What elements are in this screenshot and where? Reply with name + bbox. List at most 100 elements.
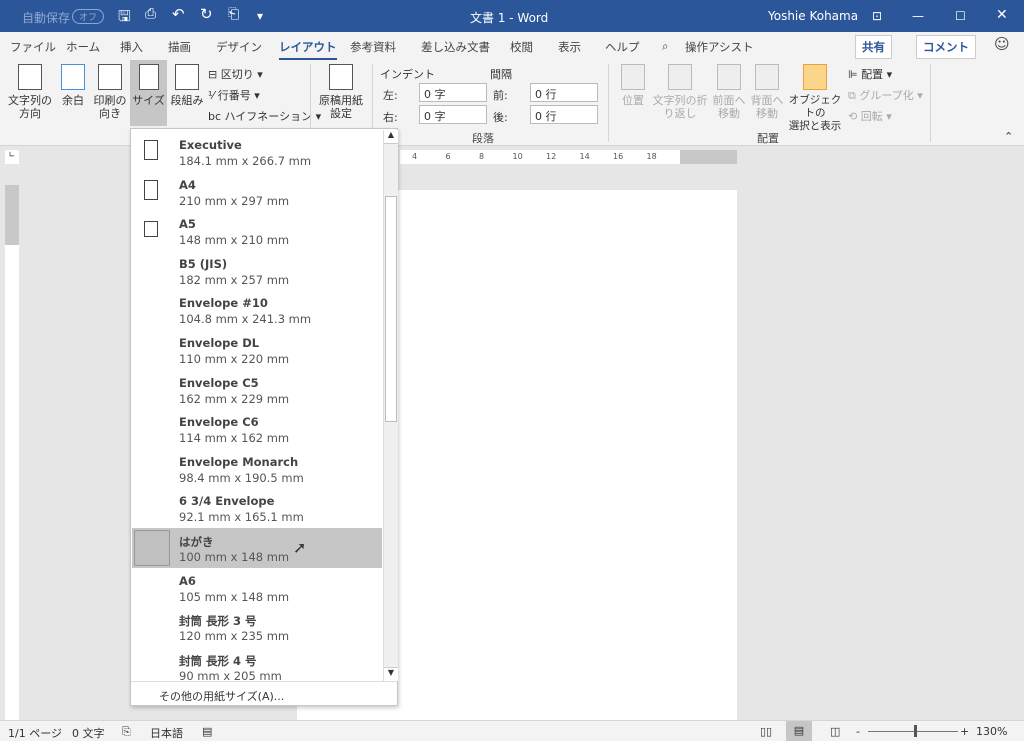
tab-view[interactable]: 表示 [558, 39, 581, 55]
paper-size-item[interactable]: 6 3/4 Envelope 92.1 mm x 165.1 mm [132, 488, 382, 528]
ruler-tick-label: 18 [646, 152, 657, 161]
bring-forward-label: 前面へ 移動 [712, 94, 746, 120]
paper-size-menu: ▲ ▼ Executive 184.1 mm x 266.7 mm A4 210 mm… [130, 128, 398, 706]
tab-references[interactable]: 参考資料 [350, 39, 396, 55]
bring-forward-button[interactable]: 前面へ 移動 [710, 64, 748, 120]
paper-size-item[interactable]: 封筒 長形 3 号 120 mm x 235 mm [132, 607, 382, 647]
paper-size-item[interactable]: A6 105 mm x 148 mm [132, 568, 382, 608]
position-label: 位置 [622, 94, 644, 107]
columns-button[interactable]: 段組み [170, 64, 204, 107]
customize-qat-icon[interactable]: ▾ [257, 9, 263, 23]
tab-design[interactable]: デザイン [216, 39, 262, 55]
genko-button[interactable]: 原稿用紙 設定 [316, 64, 366, 120]
line-numbers-button[interactable]: ⅟ 行番号 ▾ [208, 87, 260, 103]
user-name[interactable]: Yoshie Kohama [768, 9, 858, 23]
tab-insert[interactable]: 挿入 [120, 39, 143, 55]
collapse-ribbon-icon[interactable]: ⌃ [1004, 130, 1013, 143]
paper-size-item[interactable]: Envelope C5 162 mm x 229 mm [132, 370, 382, 410]
read-mode-icon[interactable]: ▯▯ [760, 725, 772, 738]
close-button[interactable]: ✕ [996, 7, 1008, 23]
print-preview-icon[interactable]: ⎙ [145, 6, 156, 22]
indent-label: インデント [380, 68, 435, 81]
indent-left-input[interactable]: 0 字 [419, 83, 487, 102]
tab-draw[interactable]: 描画 [168, 39, 191, 55]
align-button[interactable]: ⊫ 配置 ▾ [848, 66, 892, 82]
paper-size-item[interactable]: はがき 100 mm x 148 mm [132, 528, 382, 568]
tell-me-input[interactable]: 操作アシスト [685, 39, 754, 55]
spacing-before-input[interactable]: 0 行 [530, 83, 598, 102]
breaks-label: 区切り [220, 68, 254, 81]
print-layout-icon[interactable]: ▤ [786, 721, 812, 741]
web-layout-icon[interactable]: ◫ [830, 725, 840, 738]
menu-scrollbar[interactable]: ▲ ▼ [383, 130, 398, 681]
save-icon[interactable]: 🖫 [118, 6, 131, 31]
zoom-slider[interactable] [868, 731, 958, 732]
tab-review[interactable]: 校閲 [510, 39, 533, 55]
selection-pane-button[interactable]: オブジェクトの 選択と表示 [786, 64, 844, 133]
tab-layout[interactable]: レイアウト [279, 39, 337, 60]
ruler-tick-label: 10 [512, 152, 523, 161]
more-paper-sizes[interactable]: その他の用紙サイズ(A)... [131, 681, 397, 705]
hyphenation-label: ハイフネーション [224, 110, 313, 123]
paper-size-item[interactable]: Executive 184.1 mm x 266.7 mm [132, 132, 382, 172]
paper-size-item[interactable]: Envelope DL 110 mm x 220 mm [132, 330, 382, 370]
wrap-text-button[interactable]: 文字列の折 り返し [652, 64, 708, 120]
page-count[interactable]: 1/1 ページ [8, 725, 62, 741]
size-button[interactable]: サイズ [130, 60, 167, 126]
tab-selector[interactable]: ∟ [5, 150, 19, 164]
zoom-level[interactable]: 130% [976, 725, 1007, 738]
comment-button[interactable]: コメント [916, 35, 976, 59]
tab-file[interactable]: ファイル [10, 39, 56, 55]
tab-help[interactable]: ヘルプ [605, 39, 640, 55]
language[interactable]: 日本語 [150, 725, 183, 741]
paper-size-item[interactable]: A4 210 mm x 297 mm [132, 172, 382, 212]
window-title: 文書 1 - Word [470, 11, 549, 25]
paper-size-dimensions: 184.1 mm x 266.7 mm [179, 154, 312, 168]
zoom-in-button[interactable]: + [960, 725, 969, 738]
position-button[interactable]: 位置 [618, 64, 648, 107]
search-icon: ⌕ [662, 39, 669, 53]
ribbon-display-icon[interactable]: ⊡ [872, 9, 882, 23]
paper-size-name: 封筒 長形 4 号 [179, 653, 257, 668]
macro-icon[interactable]: ▤ [202, 725, 212, 738]
spacing-after-label: 後: [493, 111, 508, 124]
paper-size-name: A4 [179, 177, 196, 192]
orientation-button[interactable]: 印刷の 向き [92, 64, 128, 120]
paper-size-item[interactable]: Envelope Monarch 98.4 mm x 190.5 mm [132, 449, 382, 489]
spacing-after-input[interactable]: 0 行 [530, 105, 598, 124]
group-button[interactable]: ⧉ グループ化 ▾ [848, 87, 923, 103]
scroll-thumb[interactable] [385, 196, 397, 422]
maximize-button[interactable]: ☐ [955, 9, 966, 23]
zoom-slider-thumb[interactable] [914, 725, 917, 737]
redo-icon[interactable]: ↻ [200, 5, 213, 23]
hyphenation-button[interactable]: bc ハイフネーション ▾ [208, 108, 321, 124]
paper-size-item[interactable]: A5 148 mm x 210 mm [132, 211, 382, 251]
undo-icon[interactable]: ↶ [172, 5, 185, 23]
tab-mailings[interactable]: 差し込み文書 [421, 39, 490, 55]
proofing-icon[interactable]: ⎘ [122, 725, 131, 739]
text-direction-button[interactable]: 文字列の 方向 [6, 64, 54, 120]
paper-size-name: Envelope C5 [179, 375, 259, 390]
rotate-button[interactable]: ⟲ 回転 ▾ [848, 108, 892, 124]
format-painter-icon[interactable]: ⎗ [228, 6, 239, 22]
zoom-out-button[interactable]: - [856, 725, 860, 738]
word-count[interactable]: 0 文字 [72, 725, 105, 741]
vertical-ruler[interactable] [5, 185, 19, 720]
breaks-button[interactable]: ⊟ 区切り ▾ [208, 66, 263, 82]
scroll-up-icon[interactable]: ▲ [384, 130, 398, 144]
share-button[interactable]: 共有 [855, 35, 892, 59]
tab-home[interactable]: ホーム [66, 39, 100, 55]
size-label: サイズ [132, 94, 165, 107]
indent-right-input[interactable]: 0 字 [419, 105, 487, 124]
smiley-feedback-icon[interactable]: ☺ [994, 35, 1010, 53]
margins-button[interactable]: 余白 [58, 64, 88, 107]
status-bar: 1/1 ページ 0 文字 ⎘ 日本語 ▤ ▯▯ ▤ ◫ - + 130% [0, 720, 1024, 741]
scroll-down-icon[interactable]: ▼ [384, 667, 398, 681]
autosave-toggle[interactable]: オフ [72, 9, 105, 24]
minimize-button[interactable]: — [912, 9, 924, 23]
paper-size-item[interactable]: Envelope #10 104.8 mm x 241.3 mm [132, 290, 382, 330]
send-backward-button[interactable]: 背面へ 移動 [748, 64, 786, 120]
paper-size-item[interactable]: Envelope C6 114 mm x 162 mm [132, 409, 382, 449]
vertical-ruler-margin [5, 185, 19, 245]
paper-size-item[interactable]: B5 (JIS) 182 mm x 257 mm [132, 251, 382, 291]
